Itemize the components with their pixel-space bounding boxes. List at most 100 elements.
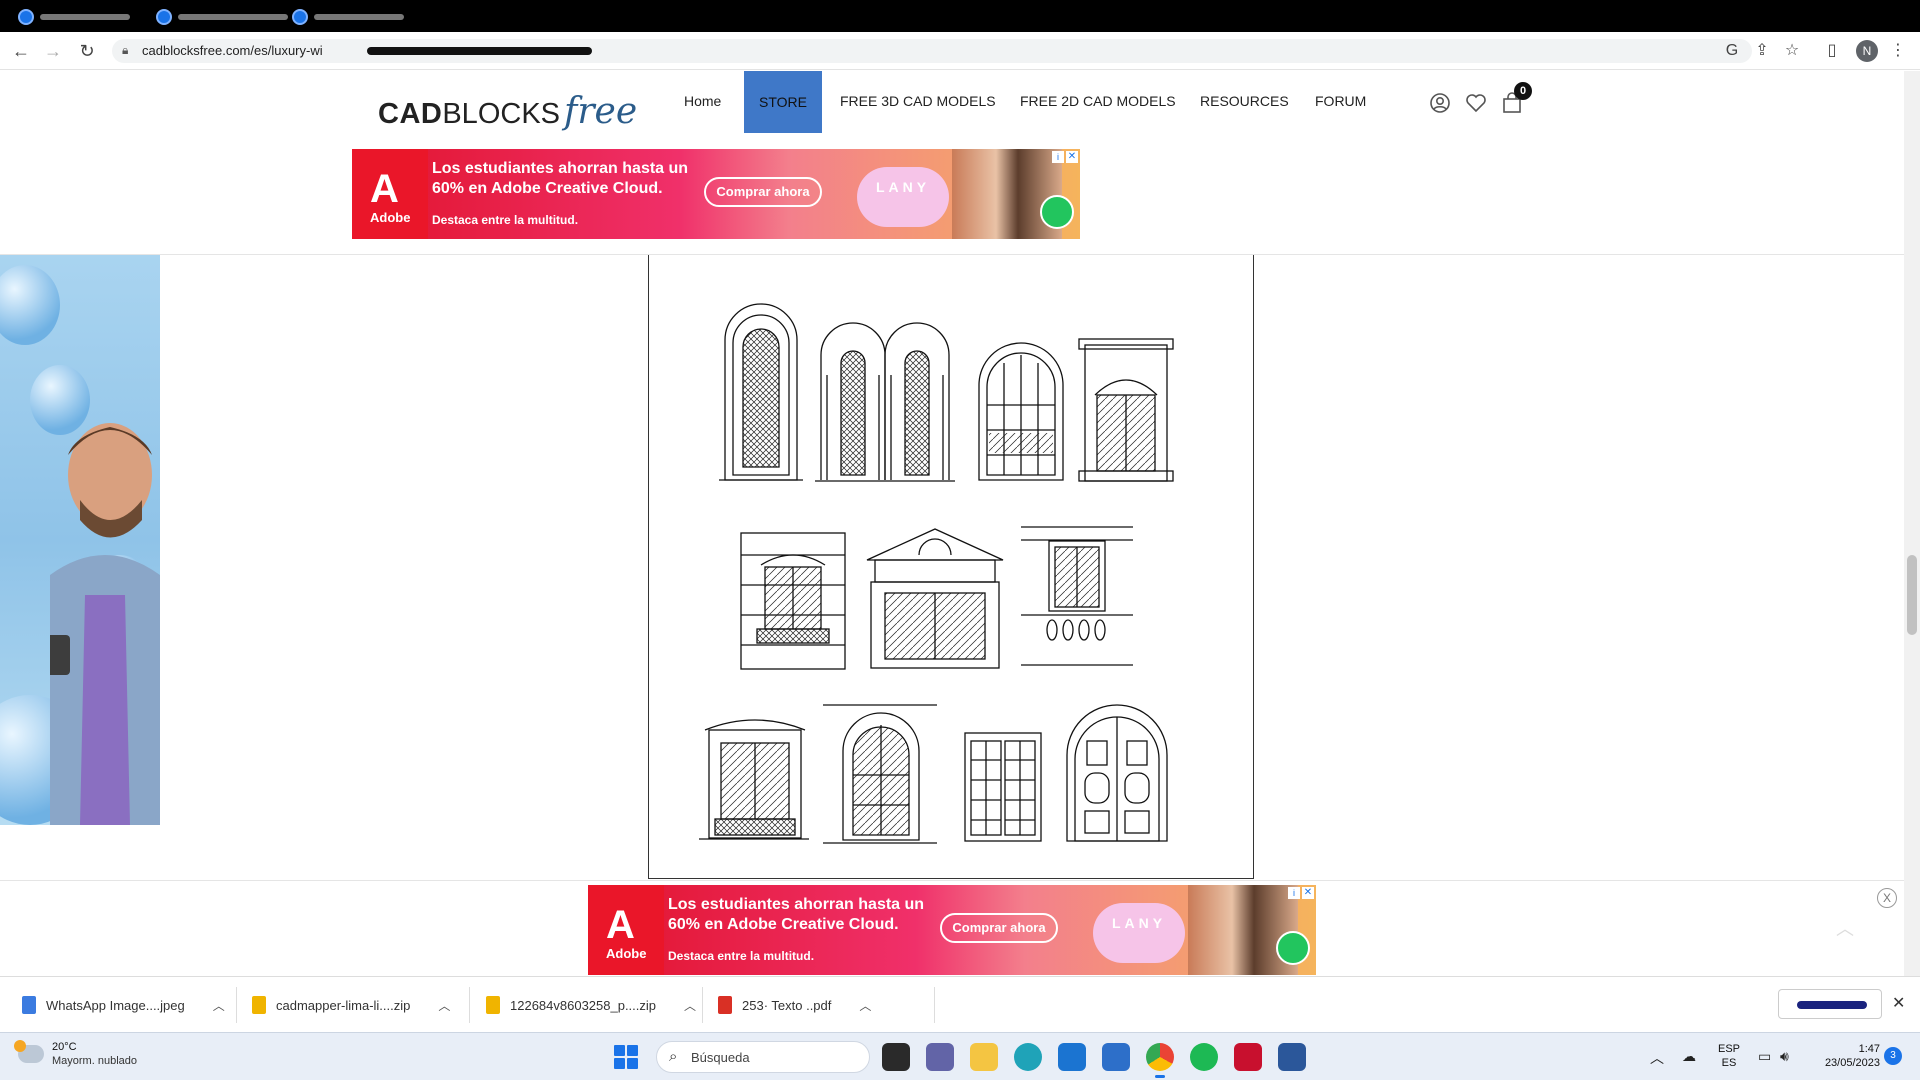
chrome-favicon-icon (18, 9, 34, 25)
arched-window-cad (719, 303, 803, 481)
menu-kebab-icon[interactable]: ⋮ (1888, 41, 1908, 61)
microsoft-store-icon[interactable] (1102, 1043, 1130, 1071)
download-shelf: WhatsApp Image....jpeg ︿ cadmapper-lima-… (0, 976, 1920, 1032)
taskbar-search-box[interactable]: ⌕ Búsqueda (656, 1041, 870, 1073)
browser-tab-strip (0, 0, 1920, 32)
nav-free-2d-cad-models[interactable]: FREE 2D CAD MODELS (1020, 93, 1176, 109)
ad-cta-button[interactable]: Comprar ahora (704, 177, 822, 207)
back-arrow-icon[interactable]: ← (10, 40, 32, 62)
user-account-icon[interactable] (1428, 91, 1452, 115)
url-text: cadblocksfree.com/es/luxury-wi (142, 43, 323, 58)
arched-paneled-door-cad (1066, 704, 1168, 842)
browser-tab[interactable] (18, 6, 130, 28)
nav-resources[interactable]: RESOURCES (1200, 93, 1289, 109)
nav-home[interactable]: Home (684, 93, 721, 109)
ad-cta-button[interactable]: Comprar ahora (940, 913, 1058, 943)
notification-badge[interactable]: 3 (1884, 1047, 1902, 1065)
autocad-icon[interactable] (1234, 1043, 1262, 1071)
download-filename: WhatsApp Image....jpeg (46, 997, 185, 1013)
nav-store[interactable]: STORE (744, 71, 822, 133)
download-item[interactable]: WhatsApp Image....jpeg ︿ (22, 991, 225, 1019)
address-bar[interactable]: 🔒︎ cadblocksfree.com/es/luxury-wi (112, 39, 1752, 63)
ad-tagline: Destaca entre la multitud. (668, 949, 815, 963)
luxury-windows-cad-drawing[interactable] (649, 255, 1255, 879)
divider (934, 987, 935, 1023)
download-item[interactable]: 253· Texto ..pdf ︿ (718, 991, 871, 1019)
side-panel-icon[interactable]: ▯ (1822, 41, 1842, 61)
spotify-icon[interactable] (1190, 1043, 1218, 1071)
weather-widget[interactable]: 20°C Mayorm. nublado (14, 1040, 137, 1068)
chevron-up-icon[interactable]: ︿ (684, 997, 696, 1014)
chevron-up-icon[interactable]: ︿ (213, 997, 225, 1014)
divider (702, 987, 703, 1023)
scroll-to-top-icon[interactable]: ︿ (1836, 915, 1854, 941)
windows-start-icon[interactable] (614, 1045, 638, 1069)
file-explorer-icon[interactable] (970, 1043, 998, 1071)
search-icon: ⌕ (669, 1048, 678, 1065)
input-language[interactable]: ESP ES (1718, 1042, 1740, 1070)
adobe-ad-banner-bottom[interactable]: A Adobe Los estudiantes ahorran hasta un… (588, 885, 1316, 975)
ad-close-icon[interactable]: ✕ (1066, 151, 1078, 163)
share-icon[interactable]: ⇪ (1752, 41, 1772, 61)
site-logo[interactable]: CAD BLOCKS free (378, 91, 637, 132)
adobe-logo: A Adobe (352, 149, 428, 239)
forward-arrow-icon[interactable]: → (42, 40, 64, 62)
scrollbar-thumb[interactable] (1907, 555, 1917, 635)
reload-icon[interactable]: ↻ (76, 40, 98, 62)
download-item[interactable]: 122684v8603258_p....zip ︿ (486, 991, 696, 1019)
google-lens-icon[interactable]: G (1722, 41, 1742, 61)
tab-title-redacted (178, 14, 288, 20)
display-icon[interactable]: ▭ (1758, 1048, 1771, 1065)
ornate-rectangular-window-cad (1078, 338, 1174, 482)
download-filename: 253· Texto ..pdf (742, 997, 832, 1013)
page-scrollbar[interactable] (1904, 71, 1920, 976)
stone-framed-window-cad (740, 532, 846, 670)
chrome-favicon-icon (292, 9, 308, 25)
chevron-up-icon[interactable]: ︿ (438, 997, 450, 1014)
bottom-ad-close-button[interactable]: X (1877, 888, 1897, 908)
browser-tab[interactable] (292, 6, 404, 28)
side-ad-image[interactable] (0, 255, 160, 825)
onedrive-cloud-icon[interactable]: ☁ (1682, 1048, 1696, 1065)
button-label-redacted (1797, 1001, 1867, 1009)
arched-grid-window-cad (978, 342, 1064, 481)
ad-lany-badge: LANY (857, 167, 949, 227)
chevron-up-icon[interactable]: ︿ (859, 997, 871, 1014)
balustrade-window-cad (1021, 526, 1133, 666)
ad-info-icon[interactable]: i (1288, 887, 1300, 899)
nav-forum[interactable]: FORUM (1315, 93, 1366, 109)
arched-french-window-cad (823, 704, 937, 844)
adobe-a-icon: A (606, 903, 635, 947)
task-view-icon[interactable] (882, 1043, 910, 1071)
show-all-downloads-button[interactable] (1778, 989, 1882, 1019)
french-door-cad (964, 732, 1042, 842)
ad-smiley-icon (1276, 931, 1310, 965)
nav-free-3d-cad-models[interactable]: FREE 3D CAD MODELS (840, 93, 996, 109)
weather-temperature: 20°C (52, 1041, 77, 1053)
download-item[interactable]: cadmapper-lima-li....zip ︿ (252, 991, 450, 1019)
product-image-frame (648, 255, 1254, 879)
ad-close-icon[interactable]: ✕ (1302, 887, 1314, 899)
adobe-ad-banner-top[interactable]: A Adobe Los estudiantes ahorran hasta un… (352, 149, 1080, 239)
bookmark-star-icon[interactable]: ☆ (1782, 41, 1802, 61)
ad-info-icon[interactable]: i (1052, 151, 1064, 163)
system-clock[interactable]: 1:47 23/05/2023 (1810, 1042, 1880, 1070)
edge-icon[interactable] (1014, 1043, 1042, 1071)
profile-avatar[interactable]: N (1856, 40, 1878, 62)
adobe-a-icon: A (370, 167, 399, 211)
volume-icon[interactable]: 🔊︎ (1780, 1048, 1789, 1065)
balloon-image (0, 265, 60, 345)
divider (469, 987, 470, 1023)
close-download-shelf-icon[interactable]: ✕ (1892, 993, 1905, 1013)
windows-taskbar: 20°C Mayorm. nublado ⌕ Búsqueda ︿ ☁ ESP … (0, 1032, 1920, 1080)
chevron-up-icon[interactable]: ︿ (1650, 1048, 1664, 1068)
chrome-favicon-icon (156, 9, 172, 25)
chrome-icon[interactable] (1146, 1043, 1174, 1078)
cart-count-badge: 0 (1514, 82, 1532, 100)
word-icon[interactable] (1278, 1043, 1306, 1071)
folder-zip-icon (252, 996, 266, 1014)
wishlist-heart-icon[interactable] (1464, 91, 1488, 115)
teams-icon[interactable] (926, 1043, 954, 1071)
mail-icon[interactable] (1058, 1043, 1086, 1071)
browser-tab[interactable] (156, 6, 288, 28)
